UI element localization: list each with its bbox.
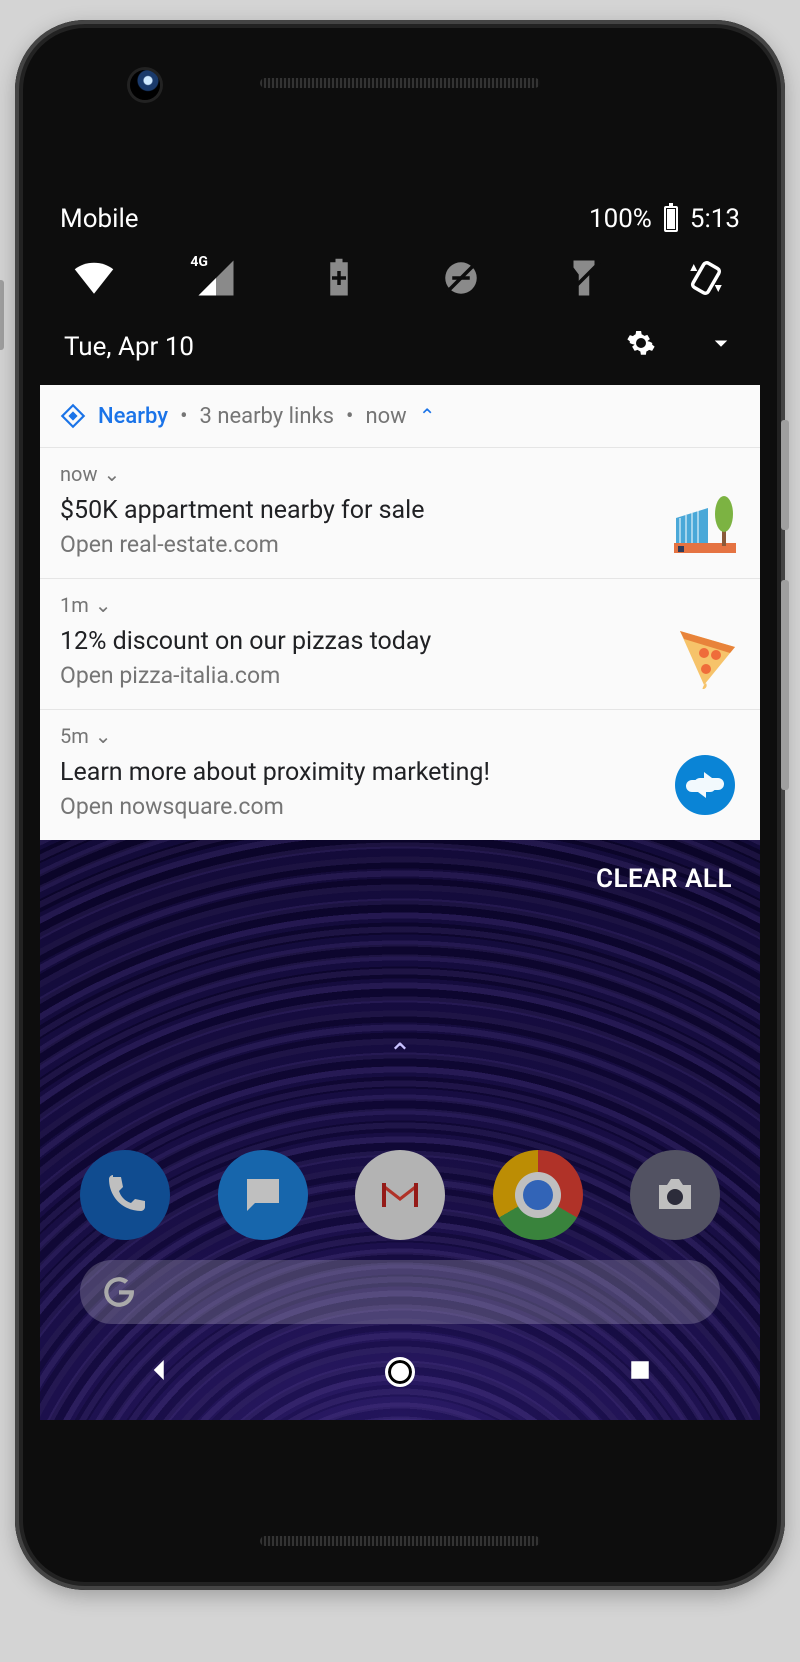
navigation-bar <box>40 1344 760 1400</box>
nav-home-icon[interactable] <box>385 1357 415 1387</box>
device-volume-rocker[interactable] <box>781 580 789 790</box>
carrier-label: Mobile <box>60 204 139 234</box>
google-g-icon <box>102 1275 136 1309</box>
battery-icon <box>664 206 678 232</box>
qs-wifi-icon[interactable] <box>64 248 124 308</box>
screen: Mobile 100% 5:13 4G <box>40 190 760 1420</box>
dock-app-camera[interactable] <box>630 1150 720 1240</box>
dock-app-chrome[interactable] <box>493 1150 583 1240</box>
dock-app-gmail[interactable] <box>355 1150 445 1240</box>
notification-dot: • <box>180 404 187 429</box>
notification-title: 12% discount on our pizzas today <box>60 627 650 656</box>
device-front-camera <box>130 70 160 100</box>
notification-title: Learn more about proximity marketing! <box>60 758 650 787</box>
notification-title: $50K appartment nearby for sale <box>60 496 650 525</box>
dock-app-phone[interactable] <box>80 1150 170 1240</box>
notification-subtext: Open nowsquare.com <box>60 793 650 820</box>
notification-item[interactable]: 5m ⌄ Learn more about proximity marketin… <box>40 710 760 840</box>
status-bar: Mobile 100% 5:13 <box>40 190 760 242</box>
launcher-caret-up-icon[interactable]: ⌃ <box>388 1037 411 1070</box>
notification-time: now <box>365 404 406 429</box>
cellular-network-label: 4G <box>190 254 208 270</box>
qs-battery-saver-icon[interactable] <box>309 248 369 308</box>
notification-list: Nearby • 3 nearby links • now ⌃ now ⌄ $5… <box>40 385 760 840</box>
chevron-down-icon[interactable]: ⌄ <box>95 593 112 617</box>
notification-item-time: 5m <box>60 724 89 748</box>
qs-flashlight-icon[interactable] <box>554 248 614 308</box>
quick-settings-row: 4G <box>40 242 760 320</box>
nowsquare-icon <box>670 750 740 820</box>
device-power-button[interactable] <box>781 420 789 530</box>
notification-item-time: now <box>60 462 97 486</box>
notification-dot: • <box>346 404 353 429</box>
notification-shade[interactable]: Mobile 100% 5:13 4G <box>40 190 760 840</box>
clock: 5:13 <box>690 204 740 234</box>
notification-summary: 3 nearby links <box>200 404 335 429</box>
device-sim-tray <box>0 280 4 350</box>
notification-app-name: Nearby <box>98 404 168 429</box>
nav-back-icon[interactable] <box>145 1355 175 1389</box>
google-search-bar[interactable] <box>80 1260 720 1324</box>
battery-percent: 100% <box>589 204 652 234</box>
notification-item[interactable]: now ⌄ $50K appartment nearby for sale Op… <box>40 448 760 579</box>
nav-recents-icon[interactable] <box>625 1355 655 1389</box>
nearby-icon <box>60 403 86 429</box>
dock-app-messages[interactable] <box>218 1150 308 1240</box>
notification-group-header[interactable]: Nearby • 3 nearby links • now ⌃ <box>40 385 760 448</box>
phone-frame: Mobile 100% 5:13 4G <box>15 20 785 1590</box>
device-earpiece <box>260 78 540 88</box>
qs-dnd-icon[interactable] <box>431 248 491 308</box>
qs-auto-rotate-icon[interactable] <box>676 248 736 308</box>
collapse-chevron-up-icon[interactable]: ⌃ <box>419 404 436 428</box>
shade-date: Tue, Apr 10 <box>64 332 194 362</box>
notification-subtext: Open real-estate.com <box>60 531 650 558</box>
chevron-down-icon[interactable]: ⌄ <box>103 462 120 486</box>
settings-gear-icon[interactable] <box>626 328 656 365</box>
chevron-down-icon[interactable]: ⌄ <box>95 724 112 748</box>
qs-cellular-icon[interactable]: 4G <box>186 248 246 308</box>
notification-subtext: Open pizza-italia.com <box>60 662 650 689</box>
device-bottom-speaker <box>260 1536 540 1546</box>
building-icon <box>670 488 740 558</box>
notification-item[interactable]: 1m ⌄ 12% discount on our pizzas today Op… <box>40 579 760 710</box>
notification-item-time: 1m <box>60 593 89 617</box>
clear-all-button[interactable]: CLEAR ALL <box>40 840 760 918</box>
dock <box>80 1150 720 1240</box>
expand-chevron-down-icon[interactable] <box>706 328 736 365</box>
pizza-icon <box>670 619 740 689</box>
